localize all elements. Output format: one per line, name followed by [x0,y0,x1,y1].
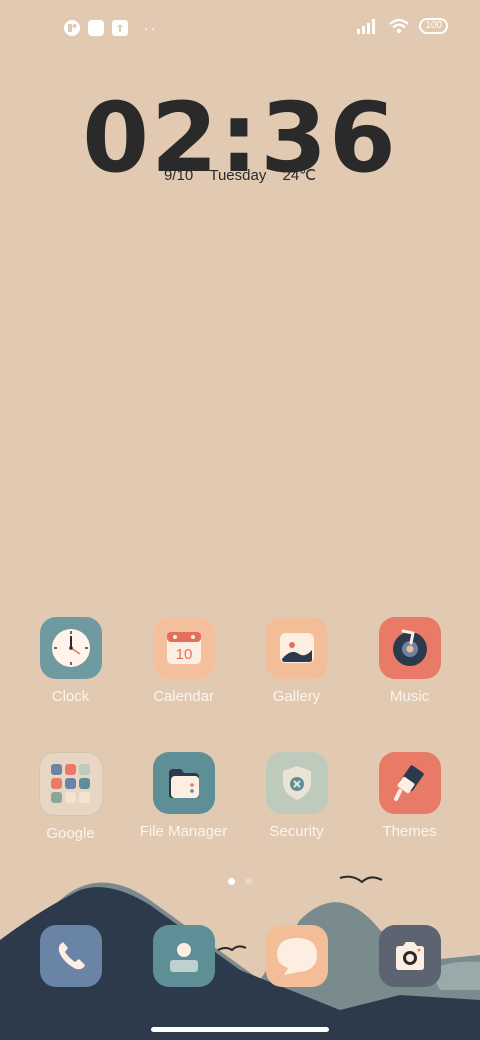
clock-icon [39,617,102,679]
weekday: Tuesday [209,167,267,184]
date-weather[interactable]: 9/10 Tuesday 24℃ [0,166,480,184]
app-security[interactable]: Security [240,752,353,840]
battery-indicator: 100 [419,18,448,34]
temperature: 24℃ [282,167,317,184]
message-icon [277,938,317,975]
app-label: Gallery [272,688,321,705]
shield-icon [265,752,328,814]
page-dot-1[interactable] [228,878,235,885]
app-label: Calendar [153,688,214,705]
app-file-manager[interactable]: File Manager [127,752,240,840]
dock-phone[interactable] [40,925,102,987]
status-bar: ·· 100 [0,0,480,56]
app-google-folder[interactable]: Google [14,752,127,842]
page-indicator [0,878,480,885]
more-notifications-indicator: ·· [144,20,158,36]
google-folder-icon [38,752,103,816]
signal-icon [357,19,376,34]
app-themes[interactable]: Themes [353,752,466,840]
app-label: Security [269,823,324,840]
app-gallery[interactable]: Gallery [240,617,353,705]
gallery-icon [265,617,328,679]
app-label: Music [389,688,430,705]
app-label: Google [46,825,95,842]
app-label: Themes [382,823,437,840]
app-label: File Manager [139,823,228,840]
calendar-icon: 10 [152,617,215,679]
calendar-day: 10 [175,646,192,663]
date: 9/10 [163,167,194,184]
dock-messages[interactable] [266,925,328,987]
wifi-icon [389,18,410,34]
app-clock[interactable]: Clock [14,617,127,705]
home-indicator[interactable] [151,1027,329,1032]
dock-contacts[interactable] [153,925,215,987]
app-calendar[interactable]: 10 Calendar [127,617,240,705]
contacts-icon [170,943,198,972]
square-icon [88,20,104,36]
app-music[interactable]: Music [353,617,466,705]
notification-icon [64,20,80,36]
paint-roller-icon [378,752,441,814]
dock-camera[interactable] [379,925,441,987]
app-label: Clock [51,688,90,705]
camera-icon [396,942,424,970]
phone-icon [58,942,85,970]
music-icon [378,617,441,679]
page-dot-2[interactable] [245,878,252,885]
upload-icon [112,20,128,36]
folder-icon [152,752,215,814]
